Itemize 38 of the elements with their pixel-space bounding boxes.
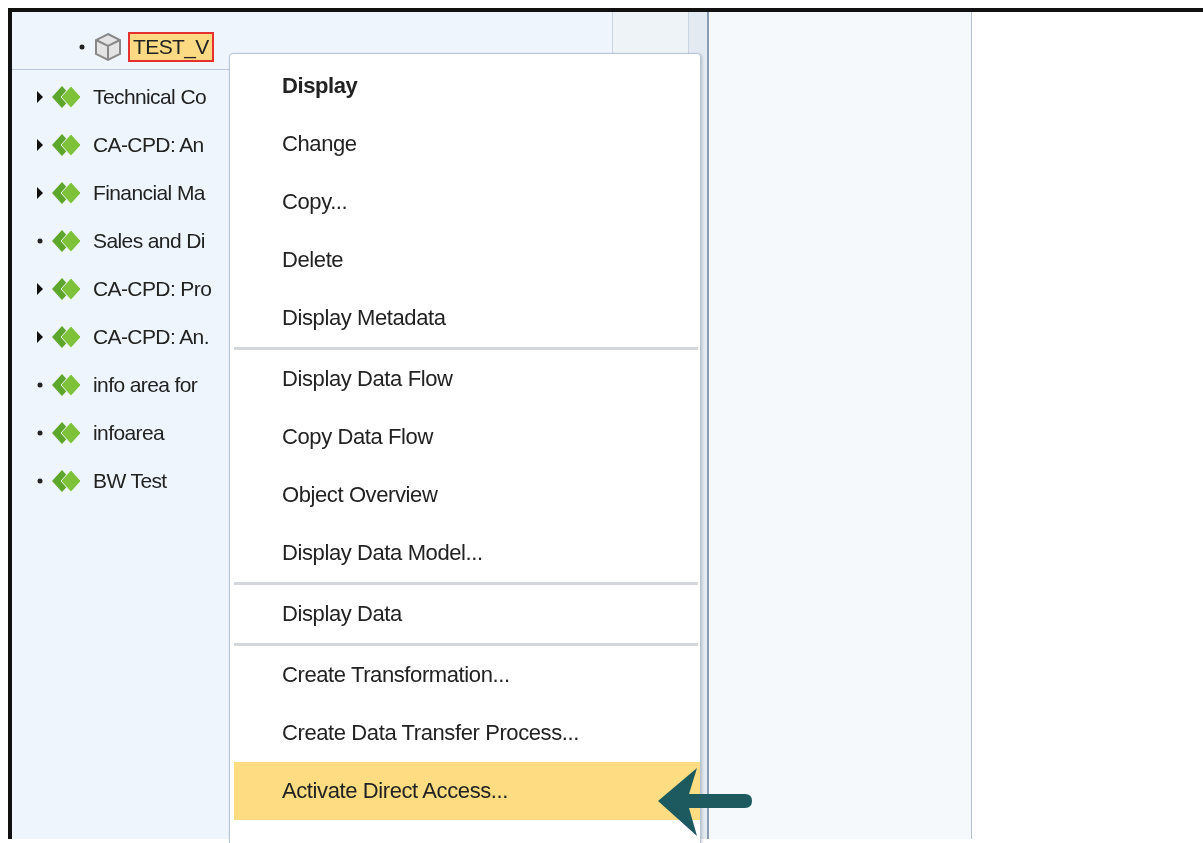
diamond-pair-icon [52,277,82,301]
expand-arrow-icon[interactable] [36,138,44,152]
diamond-pair-icon [52,325,82,349]
tree-node-label[interactable]: CA-CPD: An. [88,322,214,352]
menu-item[interactable]: Create Data Transfer Process... [234,704,700,762]
tree-node-label[interactable]: Technical Co [88,82,212,112]
menu-item[interactable]: Display Data Model... [234,524,700,582]
tree-node-label[interactable]: CA-CPD: An [88,130,209,160]
menu-item[interactable]: Create Transformation... [234,646,700,704]
diamond-pair-icon [52,85,82,109]
tree-node-label[interactable]: Financial Ma [88,178,210,208]
expand-arrow-icon[interactable] [36,330,44,344]
menu-item[interactable]: Change [234,115,700,173]
tree-node-label[interactable]: info area for [88,370,203,400]
diamond-pair-icon [52,469,82,493]
cube-icon [94,31,122,62]
tree-node-label[interactable]: Sales and Di [88,226,210,256]
tree-node-label[interactable]: CA-CPD: Pro [88,274,217,304]
menu-item[interactable]: Delete [234,231,700,289]
expand-arrow-icon[interactable] [36,282,44,296]
diamond-pair-icon [52,373,82,397]
diamond-pair-icon [52,229,82,253]
tree-node-label[interactable]: BW Test [88,466,172,496]
menu-item[interactable]: Display Metadata [234,289,700,347]
diamond-pair-icon [52,421,82,445]
tree-node-label[interactable]: infoarea [88,418,170,448]
menu-item[interactable]: Display Data Flow [234,350,700,408]
menu-item[interactable]: Copy... [234,173,700,231]
diamond-pair-icon [52,133,82,157]
menu-item[interactable]: Object Overview [234,466,700,524]
menu-item[interactable]: Copy Data Flow [234,408,700,466]
expand-arrow-icon[interactable] [36,90,44,104]
expand-arrow-icon[interactable] [36,186,44,200]
diamond-pair-icon [52,181,82,205]
menu-item[interactable]: Activate Direct Access... [234,762,700,820]
menu-item[interactable]: Display [234,57,700,115]
menu-item[interactable]: Display Data [234,585,700,643]
tree-node-label[interactable]: TEST_V [128,31,214,62]
